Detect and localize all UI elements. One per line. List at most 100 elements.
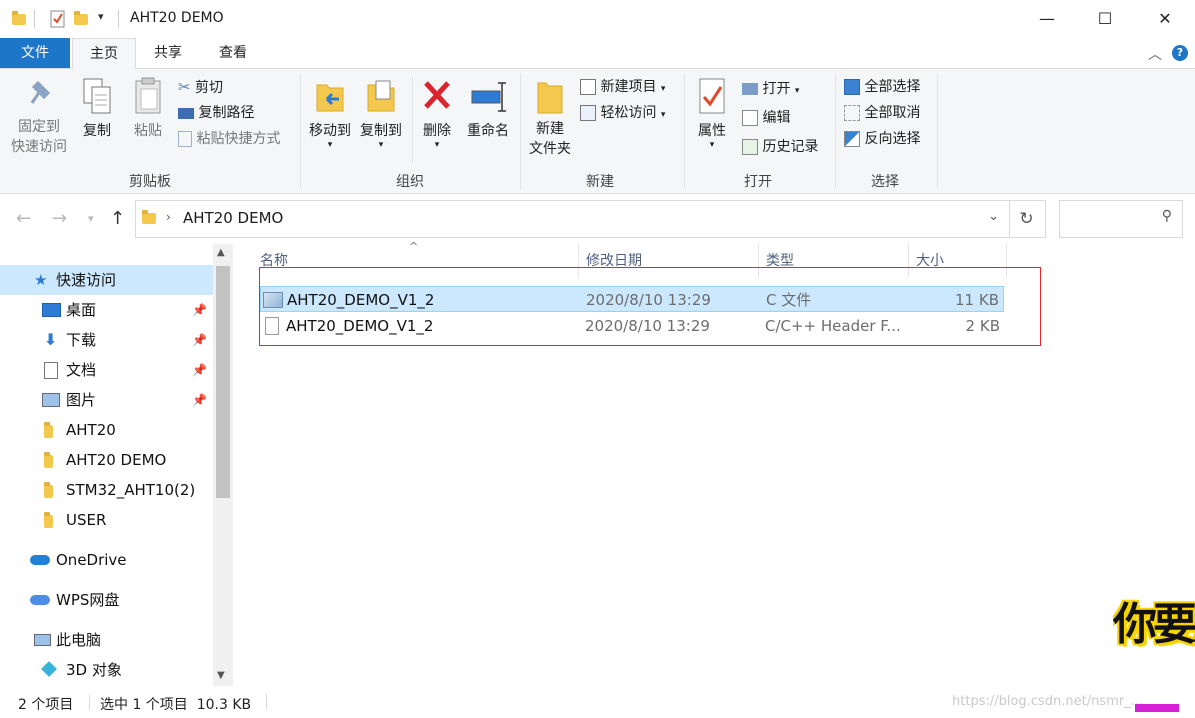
clipboard-group-label: 剪贴板 [129,174,171,190]
group-divider [684,73,685,189]
select-all-button[interactable]: 全部选择 [844,76,920,98]
copy-button[interactable]: 复制 [78,77,116,141]
dropdown-arrow-icon: ▾ [327,140,333,150]
overlay-text: 你要属 [1113,599,1195,650]
status-selection: 选中 1 个项目 10.3 KB [100,697,252,713]
paste-shortcut-label: 粘贴快捷方式 [196,131,281,147]
refresh-button[interactable]: ↻ [1008,200,1046,238]
pin-icon[interactable]: 📌 [192,325,207,355]
invert-selection-icon [844,131,860,147]
breadcrumb-current[interactable]: AHT20 DEMO [183,209,283,227]
tab-file[interactable]: 文件 [0,38,70,68]
nav-onedrive-label: OneDrive [56,551,127,569]
forward-arrow-icon[interactable]: → [52,208,67,229]
pin-quick-access-button[interactable]: 固定到 快速访问 [6,77,72,157]
select-all-icon [844,79,860,95]
breadcrumb-chevron-icon[interactable]: › [166,210,171,224]
new-item-button[interactable]: 新建项目 ▾ [580,76,665,98]
open-icon [742,83,758,95]
tab-share[interactable]: 共享 [140,38,196,68]
cut-button[interactable]: ✂ 剪切 [178,76,223,98]
nav-item-label: AHT20 DEMO [66,451,167,469]
copy-path-label: 复制路径 [198,105,255,121]
properties-button[interactable]: 属性 ▾ [692,77,732,150]
tab-home[interactable]: 主页 [72,38,136,70]
up-arrow-icon[interactable]: ↑ [110,208,125,229]
paste-shortcut-button[interactable]: 粘贴快捷方式 [178,128,280,150]
history-button[interactable]: 历史记录 [742,136,818,158]
edit-button[interactable]: 编辑 [742,107,790,129]
open-button[interactable]: 打开 ▾ [742,78,799,100]
move-to-icon [316,84,344,112]
copy-to-button[interactable]: 复制到 ▾ [356,77,406,150]
move-to-label: 移动到 [309,123,351,139]
rename-icon [471,82,506,112]
window-title: AHT20 DEMO [130,10,224,26]
computer-icon [34,634,51,646]
properties-quick-icon[interactable] [50,10,65,28]
nav-item-aht20-demo[interactable]: AHT20 DEMO [0,445,213,475]
pin-icon[interactable]: 📌 [192,295,207,325]
maximize-button[interactable]: ☐ [1075,0,1135,38]
back-arrow-icon[interactable]: ← [16,208,31,229]
rename-button[interactable]: 重命名 [462,77,514,141]
select-none-button[interactable]: 全部取消 [844,102,920,124]
nav-onedrive[interactable]: OneDrive [0,545,213,575]
cloud-icon [30,555,50,565]
nav-item-label: 下载 [66,331,97,349]
group-divider [937,73,938,189]
scroll-up-icon[interactable]: ▲ [217,247,225,258]
dropdown-arrow-icon: ▾ [378,140,384,150]
nav-quick-access[interactable]: ★ 快速访问 [0,265,213,295]
pin-icon[interactable]: 📌 [192,385,207,415]
nav-item-desktop[interactable]: 桌面 📌 [0,295,213,325]
properties-label: 属性 [698,123,726,139]
nav-item-label: AHT20 [66,421,116,439]
group-divider [300,73,301,189]
nav-quick-access-label: 快速访问 [56,271,117,289]
dropdown-arrow-icon: ▾ [434,140,440,150]
edit-label: 编辑 [762,110,791,126]
help-icon[interactable]: ? [1172,45,1188,61]
pin-icon [30,80,51,104]
search-input[interactable]: ⚲ [1059,200,1183,238]
minimize-button[interactable]: — [1017,0,1077,38]
organize-group-label: 组织 [396,174,424,190]
address-history-icon[interactable]: ⌄ [988,209,999,224]
address-bar[interactable]: › AHT20 DEMO ⌄ [135,200,1010,238]
scroll-down-icon[interactable]: ▼ [217,670,225,681]
nav-item-aht20[interactable]: AHT20 [0,415,213,445]
recent-locations-icon[interactable]: ▾ [88,212,94,225]
customize-toolbar-icon[interactable]: ▾ [98,10,104,23]
delete-button[interactable]: 删除 ▾ [418,77,456,150]
close-button[interactable]: ✕ [1135,0,1195,38]
divider [266,694,267,710]
delete-x-icon [424,81,450,109]
move-to-button[interactable]: 移动到 ▾ [305,77,355,150]
open-label: 打开 [762,81,791,97]
star-icon: ★ [34,271,48,289]
copy-path-button[interactable]: 复制路径 [178,102,254,124]
easy-access-button[interactable]: 轻松访问 ▾ [580,102,665,124]
invert-selection-button[interactable]: 反向选择 [844,128,920,150]
paste-button[interactable]: 粘贴 [128,77,168,141]
easy-access-icon [580,105,596,121]
nav-3d-objects[interactable]: 3D 对象 [0,655,213,685]
pin-icon[interactable]: 📌 [192,355,207,385]
new-folder-button[interactable]: 新建 文件夹 [524,77,576,159]
nav-item-documents[interactable]: 文档 📌 [0,355,213,385]
nav-item-downloads[interactable]: ⬇ 下载 📌 [0,325,213,355]
nav-wps[interactable]: WPS网盘 [0,585,213,615]
nav-this-pc[interactable]: 此电脑 [0,625,213,655]
new-folder-quick-icon[interactable] [74,10,88,26]
tab-view[interactable]: 查看 [204,38,262,68]
divider [118,10,119,28]
copy-to-icon [367,80,395,112]
nav-item-pictures[interactable]: 图片 📌 [0,385,213,415]
nav-item-user[interactable]: USER [0,505,213,535]
nav-item-stm32[interactable]: STM32_AHT10(2) [0,475,213,505]
download-arrow-icon: ⬇ [44,330,58,349]
ribbon-tabs: 文件 主页 共享 查看 ︿ ? [0,38,1195,70]
collapse-ribbon-icon[interactable]: ︿ [1148,44,1162,64]
scrollbar-thumb[interactable] [216,266,230,498]
